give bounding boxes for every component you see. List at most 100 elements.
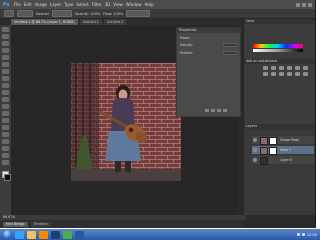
invert-icon[interactable] <box>303 72 308 76</box>
tool-preset-picker[interactable] <box>4 10 14 17</box>
menu-edit[interactable]: Edit <box>24 0 32 9</box>
menu-filter[interactable]: Filter <box>92 0 102 9</box>
menu-select[interactable]: Select <box>76 0 88 9</box>
canvas-photo[interactable] <box>71 63 181 181</box>
word-icon[interactable] <box>75 230 84 239</box>
visibility-eye-icon[interactable] <box>253 138 257 142</box>
color-balance-icon[interactable] <box>263 72 268 76</box>
feather-input[interactable] <box>223 51 237 55</box>
network-icon[interactable] <box>296 233 300 236</box>
gradient-tool-icon[interactable] <box>2 104 9 109</box>
clock[interactable]: 12:00 <box>307 233 317 237</box>
pen-tool-icon[interactable] <box>2 125 9 130</box>
layer-name: Layer 0 <box>280 158 292 162</box>
shape-tool-icon[interactable] <box>2 146 9 151</box>
flow-label[interactable]: Flow: 100% <box>103 12 123 16</box>
density-label: Density: <box>180 43 193 47</box>
layer-thumbnail <box>260 137 268 145</box>
menu-view[interactable]: View <box>113 0 123 9</box>
menu-layer[interactable]: Layer <box>50 0 61 9</box>
mode-dropdown[interactable] <box>51 10 72 17</box>
minimize-icon[interactable] <box>296 2 300 7</box>
layer-row[interactable]: Layer 0 <box>252 156 314 165</box>
ie-icon[interactable] <box>15 230 24 239</box>
load-selection-icon[interactable] <box>205 109 209 112</box>
feather-row: Feather: <box>180 51 237 55</box>
brightness-contrast-icon[interactable] <box>263 66 268 70</box>
layer-name: Mask 1 <box>280 148 292 152</box>
menu-image[interactable]: Image <box>34 0 47 9</box>
healing-tool-icon[interactable] <box>2 69 9 74</box>
visibility-eye-icon[interactable] <box>253 148 257 152</box>
density-input[interactable] <box>223 43 237 47</box>
disable-mask-icon[interactable] <box>217 109 221 112</box>
black-white-icon[interactable] <box>271 72 276 76</box>
visibility-eye-icon[interactable] <box>253 158 257 162</box>
hand-tool-icon[interactable] <box>2 153 9 158</box>
mini-bridge-tab[interactable]: Mini Bridge <box>3 221 28 227</box>
color-panel-tab[interactable]: Color <box>244 19 315 24</box>
photoshop-window: Ps File Edit Image Layer Type Select Fil… <box>0 0 316 228</box>
timeline-tab[interactable]: Timeline <box>30 221 51 227</box>
vibrance-icon[interactable] <box>295 66 300 70</box>
system-tray: 12:00 <box>296 233 320 237</box>
type-tool-icon[interactable] <box>2 132 9 137</box>
lasso-tool-icon[interactable] <box>2 41 9 46</box>
curves-icon[interactable] <box>279 66 284 70</box>
maximize-icon[interactable] <box>302 2 306 7</box>
properties-title: Properties <box>177 28 240 33</box>
delete-mask-icon[interactable] <box>223 109 227 112</box>
eyedropper-tool-icon[interactable] <box>2 62 9 67</box>
dodge-tool-icon[interactable] <box>2 118 9 123</box>
desktop: Ps File Edit Image Layer Type Select Fil… <box>0 0 320 240</box>
bottom-panel-tabs: Mini Bridge Timeline <box>0 220 243 228</box>
levels-icon[interactable] <box>271 66 276 70</box>
opacity-label[interactable]: Opacity: 100% <box>75 12 101 16</box>
blur-tool-icon[interactable] <box>2 111 9 116</box>
clone-stamp-tool-icon[interactable] <box>2 83 9 88</box>
folder-icon[interactable] <box>27 230 36 239</box>
volume-icon[interactable] <box>301 233 305 236</box>
menu-3d[interactable]: 3D <box>105 0 111 9</box>
hue-saturation-icon[interactable] <box>303 66 308 70</box>
crop-tool-icon[interactable] <box>2 55 9 60</box>
chrome-icon[interactable] <box>63 230 72 239</box>
exposure-icon[interactable] <box>287 66 292 70</box>
layers-panel-tab[interactable]: Layers <box>244 124 315 129</box>
layer-mask-thumbnail[interactable] <box>269 147 277 155</box>
background-color-swatch[interactable] <box>4 174 11 181</box>
layer-mask-thumbnail[interactable] <box>269 137 277 145</box>
eraser-tool-icon[interactable] <box>2 97 9 102</box>
move-tool-icon[interactable] <box>2 27 9 32</box>
feather-label: Feather: <box>180 51 194 55</box>
quick-select-tool-icon[interactable] <box>2 48 9 53</box>
layers-panel: Layers Shape Mask Mask 1 Layer 0 <box>244 124 315 215</box>
apply-mask-icon[interactable] <box>211 109 215 112</box>
close-icon[interactable] <box>308 2 312 7</box>
mode-label[interactable]: Normal <box>36 12 49 16</box>
layer-name: Shape Mask <box>280 138 300 142</box>
start-button-icon[interactable] <box>3 230 12 239</box>
menu-file[interactable]: File <box>14 0 21 9</box>
grayscale-ramp[interactable] <box>253 49 303 52</box>
history-brush-tool-icon[interactable] <box>2 90 9 95</box>
airbrush-toggle[interactable] <box>126 10 151 17</box>
color-spectrum[interactable] <box>253 44 303 48</box>
brush-size-picker[interactable] <box>17 10 33 17</box>
marquee-tool-icon[interactable] <box>2 34 9 39</box>
photo-filter-icon[interactable] <box>279 72 284 76</box>
brush-tool-icon[interactable] <box>2 76 9 81</box>
layer-row[interactable]: Mask 1 <box>252 146 314 155</box>
menu-type[interactable]: Type <box>64 0 73 9</box>
media-player-icon[interactable] <box>39 230 48 239</box>
zoom-tool-icon[interactable] <box>2 160 9 165</box>
menu-window[interactable]: Window <box>126 0 142 9</box>
layer-row[interactable]: Shape Mask <box>252 136 314 145</box>
photoshop-icon[interactable] <box>51 230 60 239</box>
channel-mixer-icon[interactable] <box>287 72 292 76</box>
layer-thumbnail <box>260 147 268 155</box>
menu-help[interactable]: Help <box>144 0 153 9</box>
color-lookup-icon[interactable] <box>295 72 300 76</box>
adjustments-panel-tab[interactable]: Add an adjustment <box>244 59 315 64</box>
path-select-tool-icon[interactable] <box>2 139 9 144</box>
